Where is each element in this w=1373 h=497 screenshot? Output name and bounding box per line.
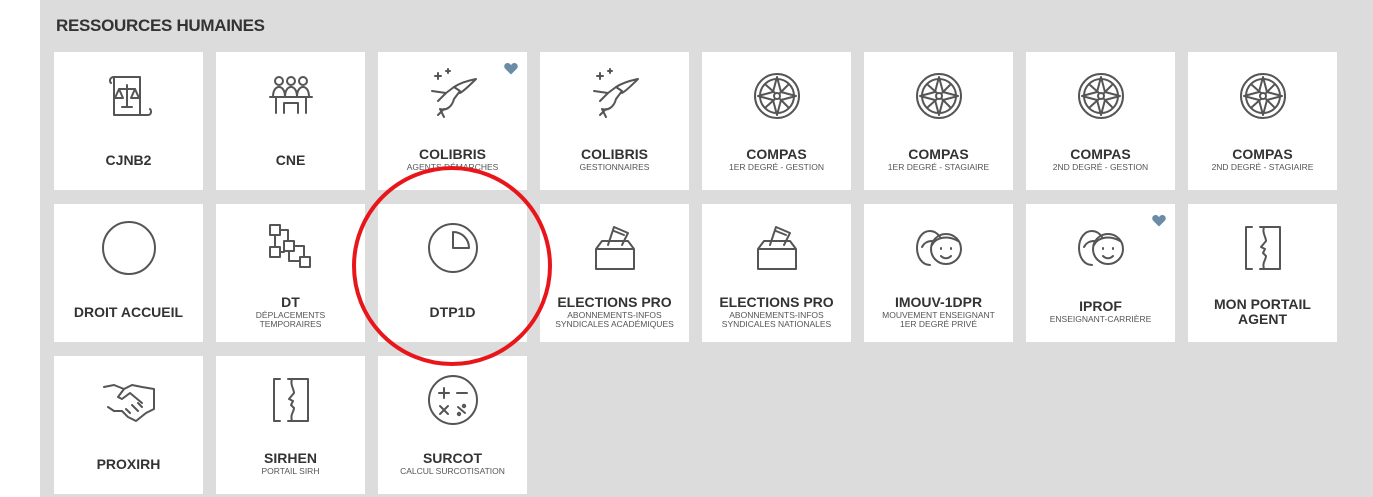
compass-rose-icon	[909, 66, 969, 126]
app-tile-proxirh[interactable]: PROXIRH	[54, 356, 203, 494]
tile-name: SIRHEN	[264, 450, 317, 467]
tile-name: COMPAS	[908, 146, 969, 163]
tile-name: COMPAS	[746, 146, 807, 163]
tile-subtitle: 2ND DEGRÉ - GESTION	[1052, 162, 1149, 173]
tile-subtitle: AGENTS DÉMARCHES	[406, 162, 499, 173]
tile-subtitle: 1ER DEGRÉ - STAGIAIRE	[887, 162, 990, 173]
tile-subtitle: ABONNEMENTS-INFOS SYNDICALES NATIONALES	[721, 309, 832, 329]
tile-label: COLIBRIS GESTIONNAIRES	[540, 138, 689, 182]
app-tile-cjnb2[interactable]: CJNB2	[54, 52, 203, 190]
app-tile-compas[interactable]: COMPAS 1ER DEGRÉ - GESTION	[702, 52, 851, 190]
tile-label: CNE	[216, 138, 365, 182]
app-tile-iprof[interactable]: IPROF ENSEIGNANT-CARRIÈRE	[1026, 204, 1175, 342]
tile-subtitle: MOUVEMENT ENSEIGNANT 1ER DEGRÉ PRIVÉ	[882, 309, 995, 329]
meeting-people-icon	[261, 66, 321, 126]
tile-name: CJNB2	[105, 151, 152, 168]
tile-label: PROXIRH	[54, 442, 203, 486]
tile-label: DT DÉPLACEMENTS TEMPORAIRES	[216, 290, 365, 334]
tile-label: COMPAS 2ND DEGRÉ - GESTION	[1026, 138, 1175, 182]
tile-name: IMOUV-1DPR	[894, 293, 983, 310]
app-tile-sirhen[interactable]: SIRHEN PORTAIL SIRH	[216, 356, 365, 494]
network-boxes-icon	[261, 218, 321, 278]
compass-rose-icon	[1233, 66, 1293, 126]
tile-label: IPROF ENSEIGNANT-CARRIÈRE	[1026, 290, 1175, 334]
calculator-ops-icon	[423, 370, 483, 430]
two-faces-icon	[1071, 218, 1131, 278]
tile-name: CNE	[275, 151, 306, 168]
tile-name: ELECTIONS PRO	[719, 293, 834, 310]
tile-name: COMPAS	[1232, 146, 1293, 163]
tile-name: MON PORTAIL AGENT	[1214, 296, 1311, 327]
app-tile-elections-pro[interactable]: ELECTIONS PRO ABONNEMENTS-INFOS SYNDICALE…	[702, 204, 851, 342]
profile-frame-icon	[261, 370, 321, 430]
tile-label: ELECTIONS PRO ABONNEMENTS-INFOS SYNDICALE…	[702, 290, 851, 334]
app-tile-mon-portail-agent[interactable]: MON PORTAIL AGENT	[1188, 204, 1337, 342]
pie-clock-icon	[423, 218, 483, 278]
tile-name: DROIT ACCUEIL	[73, 303, 184, 320]
tile-subtitle: CALCUL SURCOTISATION	[400, 466, 505, 477]
tile-name: ELECTIONS PRO	[557, 293, 672, 310]
hummingbird-icon	[585, 66, 645, 126]
tile-label: IMOUV-1DPR MOUVEMENT ENSEIGNANT 1ER DEGRÉ…	[864, 290, 1013, 334]
tile-name: IPROF	[1079, 298, 1122, 315]
tile-label: COMPAS 1ER DEGRÉ - STAGIAIRE	[864, 138, 1013, 182]
tile-label: DROIT ACCUEIL	[54, 290, 203, 334]
app-tile-droit-accueil[interactable]: DROIT ACCUEIL	[54, 204, 203, 342]
tile-subtitle: DÉPLACEMENTS TEMPORAIRES	[255, 309, 326, 329]
tile-name: COLIBRIS	[419, 146, 486, 163]
tile-subtitle: ENSEIGNANT-CARRIÈRE	[1049, 314, 1152, 325]
app-tile-surcot[interactable]: SURCOT CALCUL SURCOTISATION	[378, 356, 527, 494]
tile-name: PROXIRH	[96, 455, 161, 472]
tile-name: COLIBRIS	[581, 146, 648, 163]
app-tile-colibris[interactable]: COLIBRIS GESTIONNAIRES	[540, 52, 689, 190]
tile-label: COMPAS 1ER DEGRÉ - GESTION	[702, 138, 851, 182]
tile-label: COMPAS 2ND DEGRÉ - STAGIAIRE	[1188, 138, 1337, 182]
tile-subtitle: 1ER DEGRÉ - GESTION	[729, 162, 824, 173]
favorite-heart-icon[interactable]	[504, 62, 518, 75]
tile-label: SURCOT CALCUL SURCOTISATION	[378, 442, 527, 486]
ballot-box-icon	[747, 218, 807, 278]
app-tile-dt[interactable]: DT DÉPLACEMENTS TEMPORAIRES	[216, 204, 365, 342]
tile-label: ELECTIONS PRO ABONNEMENTS-INFOS SYNDICALE…	[540, 290, 689, 334]
ballot-box-icon	[585, 218, 645, 278]
app-tile-elections-pro[interactable]: ELECTIONS PRO ABONNEMENTS-INFOS SYNDICALE…	[540, 204, 689, 342]
app-tile-grid: CJNB2 CNE COLIBRIS AGENTS DÉMARCHES COLIBRIS…	[54, 52, 1337, 494]
compass-rose-icon	[1071, 66, 1131, 126]
tile-label: COLIBRIS AGENTS DÉMARCHES	[378, 138, 527, 182]
two-faces-icon	[909, 218, 969, 278]
tile-subtitle: GESTIONNAIRES	[579, 162, 650, 173]
tile-label: MON PORTAIL AGENT	[1188, 290, 1337, 334]
compass-rose-icon	[747, 66, 807, 126]
circle-icon	[99, 218, 159, 278]
tile-subtitle: PORTAIL SIRH	[261, 466, 320, 477]
app-tile-dtp1d[interactable]: DTP1D	[378, 204, 527, 342]
app-tile-compas[interactable]: COMPAS 2ND DEGRÉ - STAGIAIRE	[1188, 52, 1337, 190]
tile-subtitle: ABONNEMENTS-INFOS SYNDICALES ACADÉMIQUES	[555, 309, 674, 329]
tile-label: SIRHEN PORTAIL SIRH	[216, 442, 365, 486]
app-tile-compas[interactable]: COMPAS 2ND DEGRÉ - GESTION	[1026, 52, 1175, 190]
tile-subtitle: 2ND DEGRÉ - STAGIAIRE	[1211, 162, 1314, 173]
favorite-heart-icon[interactable]	[1152, 214, 1166, 227]
app-tile-imouv-1dpr[interactable]: IMOUV-1DPR MOUVEMENT ENSEIGNANT 1ER DEGRÉ…	[864, 204, 1013, 342]
section-title: RESSOURCES HUMAINES	[56, 16, 265, 35]
resources-panel: RESSOURCES HUMAINES CJNB2 CNE COLIBRIS AGEN…	[40, 0, 1373, 497]
tile-name: DT	[281, 293, 300, 310]
handshake-icon	[99, 370, 159, 430]
tile-label: CJNB2	[54, 138, 203, 182]
tile-name: COMPAS	[1070, 146, 1131, 163]
tile-label: DTP1D	[378, 290, 527, 334]
tile-name: DTP1D	[429, 303, 476, 320]
tile-name: SURCOT	[422, 450, 483, 467]
app-tile-cne[interactable]: CNE	[216, 52, 365, 190]
hummingbird-icon	[423, 66, 483, 126]
profile-frame-icon	[1233, 218, 1293, 278]
scales-scroll-icon	[99, 66, 159, 126]
app-tile-colibris[interactable]: COLIBRIS AGENTS DÉMARCHES	[378, 52, 527, 190]
app-tile-compas[interactable]: COMPAS 1ER DEGRÉ - STAGIAIRE	[864, 52, 1013, 190]
